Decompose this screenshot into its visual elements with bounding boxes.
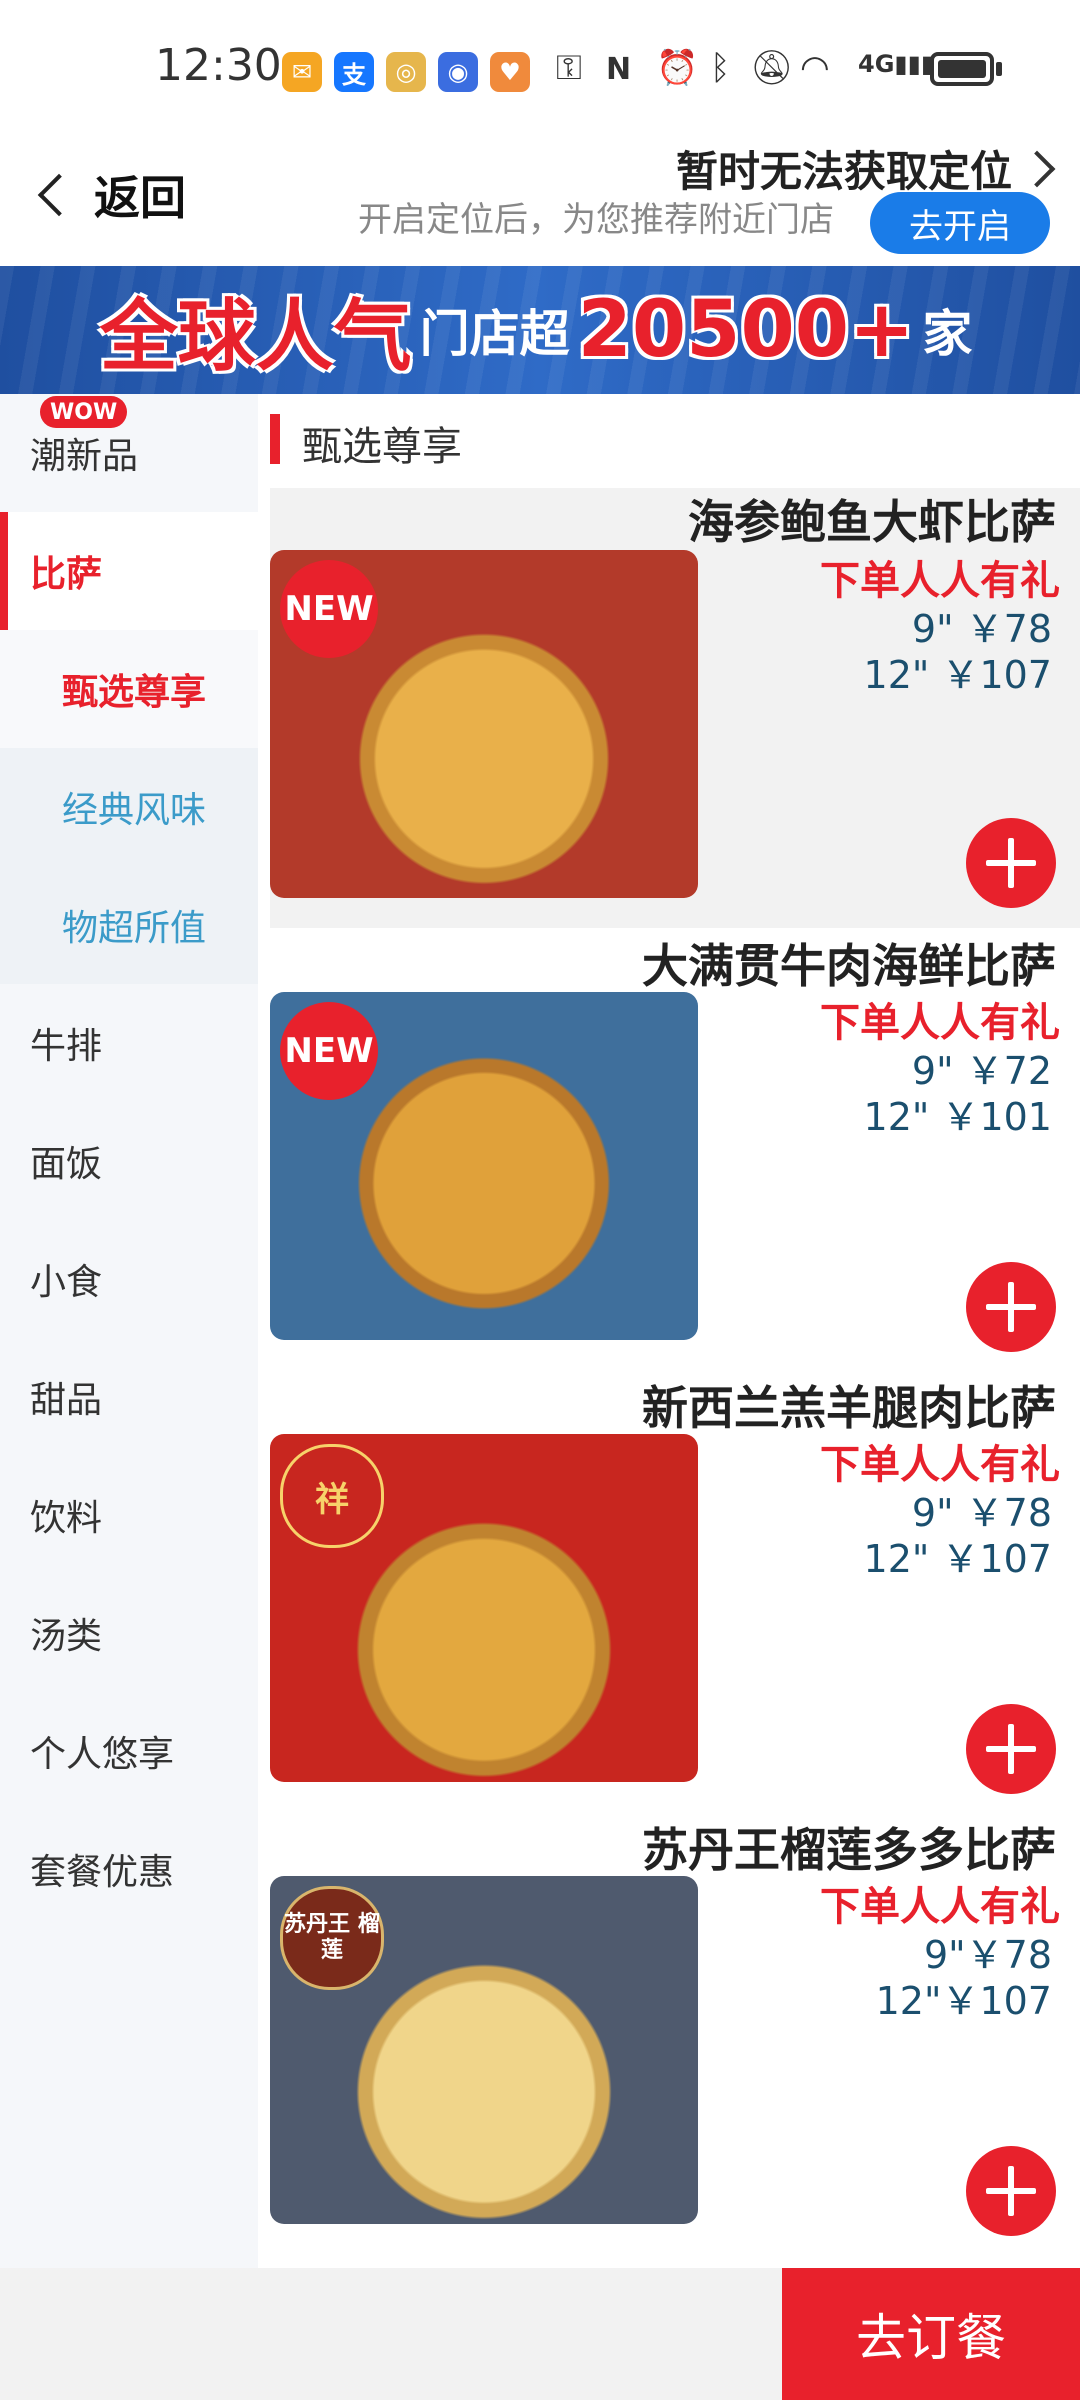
product-name: 海参鲍鱼大虾比萨 [688,495,1056,549]
add-to-cart-button[interactable] [966,1704,1056,1794]
sidebar-item-combos[interactable]: 套餐优惠 [0,1810,258,1928]
new-badge: NEW [280,1002,378,1100]
battery-icon [930,52,994,86]
sidebar-item-drinks[interactable]: 饮料 [0,1456,258,1574]
back-label: 返回 [94,171,186,225]
lucky-badge: 祥 [280,1444,384,1548]
sidebar-item-label: 甜品 [30,1380,103,1421]
product-price-12: 12"￥107 [875,1979,1052,2023]
banner-text-4: 家 [922,305,973,363]
sidebar-item-steak[interactable]: 牛排 [0,984,258,1102]
battery-tip [996,62,1002,76]
wow-badge: WOW [40,396,128,428]
location-subtitle: 开启定位后，为您推荐附近门店 [358,200,834,240]
banner-text-3: 20500+ [577,285,915,375]
promo-banner[interactable]: 全球人气 门店超 20500+ 家 [0,266,1080,394]
product-image[interactable]: NEW [270,550,698,898]
sidebar-item-new[interactable]: 潮新品 [0,394,258,512]
product-name: 新西兰羔羊腿肉比萨 [642,1381,1056,1435]
alarm-icon: ⏰ [656,48,699,88]
sidebar-item-label: 潮新品 [30,436,139,477]
add-to-cart-button[interactable] [966,1262,1056,1352]
brand-badge: 苏丹王 榴莲 [280,1886,384,1990]
product-price-12: 12" ￥101 [863,1095,1052,1139]
sidebar-item-personal[interactable]: 个人悠享 [0,1692,258,1810]
order-button[interactable]: 去订餐 [782,2268,1080,2400]
product-image[interactable]: NEW [270,992,698,1340]
alipay-icon: 支 [334,52,374,92]
product-price-12: 12" ￥107 [863,653,1052,697]
4g-signal-icon: 4G▮▮▮ [858,50,935,78]
sidebar-item-label: 面饭 [30,1144,103,1185]
app-orange-icon: ♥ [490,52,530,92]
sidebar-item-label: 牛排 [30,1026,103,1067]
back-button[interactable]: 返回 [30,160,186,230]
product-image[interactable]: 祥 [270,1434,698,1782]
wifi-icon: ◠ [800,48,830,88]
product-image[interactable]: 苏丹王 榴莲 [270,1876,698,2224]
sidebar-item-label: 经典风味 [62,790,207,831]
sidebar-item-label: 汤类 [30,1616,103,1657]
category-sidebar: 潮新品 比萨 甄选尊享 经典风味 物超所值 牛排 面饭 小食 甜品 饮料 汤类 … [0,394,258,2268]
location-title[interactable]: 暂时无法获取定位 [676,138,1012,199]
bluetooth-icon: ᛒ [710,48,731,88]
sidebar-item-label: 比萨 [30,554,103,595]
product-name: 苏丹王榴莲多多比萨 [642,1823,1056,1877]
app-blue-icon: ◉ [438,52,478,92]
add-to-cart-button[interactable] [966,818,1056,908]
chevron-right-icon[interactable] [1018,150,1056,188]
key-icon: ⚿ [556,48,582,88]
bottom-bar [0,2268,782,2400]
sidebar-item-pizza[interactable]: 比萨 [0,512,258,630]
mute-icon: 🔕︎ [750,48,794,88]
sidebar-item-snacks[interactable]: 小食 [0,1220,258,1338]
banner-text-2: 门店超 [419,305,570,363]
status-time: 12:30 [155,40,282,91]
sidebar-item-label: 饮料 [30,1498,103,1539]
enable-location-button[interactable]: 去开启 [870,192,1050,254]
section-marker [270,414,280,464]
sidebar-sub-premium[interactable]: 甄选尊享 [0,630,258,748]
sidebar-item-label: 小食 [30,1262,103,1303]
product-price-12: 12" ￥107 [863,1537,1052,1581]
sidebar-item-noodles-rice[interactable]: 面饭 [0,1102,258,1220]
product-name: 大满贯牛肉海鲜比萨 [642,939,1056,993]
section-title: 甄选尊享 [302,424,462,470]
sidebar-item-label: 物超所值 [62,908,207,949]
app-yellow-icon: ◎ [386,52,426,92]
new-badge: NEW [280,560,378,658]
sidebar-item-label: 个人悠享 [30,1734,175,1775]
sidebar-item-desserts[interactable]: 甜品 [0,1338,258,1456]
sidebar-item-label: 套餐优惠 [30,1852,175,1893]
sidebar-item-label: 甄选尊享 [62,672,207,713]
chevron-left-icon [37,173,81,217]
mail-icon: ✉ [282,52,322,92]
nfc-icon: N [606,52,632,87]
sidebar-sub-value[interactable]: 物超所值 [0,866,258,984]
banner-text-1: 全球人气 [99,292,412,382]
add-to-cart-button[interactable] [966,2146,1056,2236]
sidebar-item-soups[interactable]: 汤类 [0,1574,258,1692]
sidebar-sub-classic[interactable]: 经典风味 [0,748,258,866]
